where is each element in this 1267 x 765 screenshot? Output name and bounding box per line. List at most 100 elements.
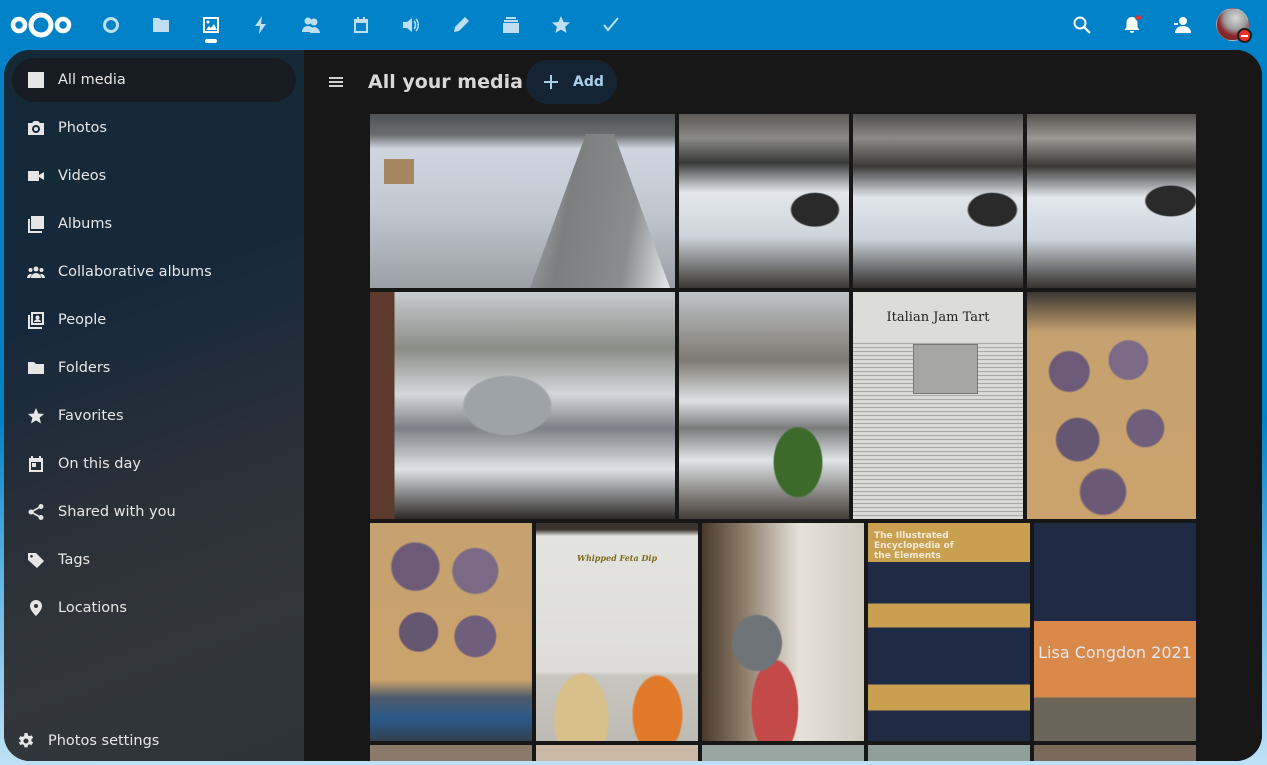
sidebar-item-all-media[interactable]: All media: [12, 58, 296, 102]
sidebar-item-label: Tags: [58, 552, 91, 568]
photo-caption: Whipped Feta Dip: [576, 553, 658, 563]
sidebar-item-tags[interactable]: Tags: [12, 538, 296, 582]
app-deck[interactable]: [486, 0, 536, 50]
search-icon: [1073, 16, 1091, 34]
share-icon: [14, 490, 58, 534]
gear-icon: [4, 732, 48, 750]
notifications-button[interactable]: [1107, 0, 1157, 50]
tag-icon: [14, 538, 58, 582]
folder-icon: [14, 346, 58, 390]
photo-tile[interactable]: Italian Jam Tart: [853, 292, 1023, 519]
plus-icon: [544, 75, 558, 89]
hamburger-menu-icon: [329, 77, 343, 87]
photo-tile[interactable]: [679, 114, 849, 288]
photo-tile[interactable]: [702, 523, 864, 741]
sidebar-item-label: All media: [58, 72, 126, 88]
lightning-icon: [255, 16, 266, 34]
photo-caption: The Illustrated Encyclopedia of the Elem…: [874, 531, 954, 561]
contacts-menu-icon: [1174, 17, 1191, 33]
app-dashboard[interactable]: [86, 0, 136, 50]
search-button[interactable]: [1057, 0, 1107, 50]
sidebar-item-locations[interactable]: Locations: [12, 586, 296, 630]
photo-tile[interactable]: The Illustrated Encyclopedia of the Elem…: [868, 523, 1030, 741]
app-photos[interactable]: [186, 0, 236, 50]
photo-tile[interactable]: [370, 114, 675, 288]
photo-tile[interactable]: Whipped Feta Dip: [536, 523, 698, 741]
app-files[interactable]: [136, 0, 186, 50]
photo-tile[interactable]: [853, 114, 1023, 288]
photo-tile[interactable]: [370, 523, 532, 741]
contacts-icon: [302, 17, 320, 33]
speaker-icon: [403, 18, 419, 32]
sidebar-item-on-this-day[interactable]: On this day: [12, 442, 296, 486]
checkmark-icon: [603, 17, 619, 32]
folder-icon: [153, 18, 169, 32]
sidebar-item-favorites[interactable]: Favorites: [12, 394, 296, 438]
image-icon: [203, 17, 219, 33]
sidebar-item-label: Collaborative albums: [58, 264, 212, 280]
people-icon: [14, 298, 58, 342]
photo-tile[interactable]: [868, 745, 1030, 761]
photo-tile[interactable]: Lisa Congdon 2021: [1034, 523, 1196, 741]
sidebar-item-label: Albums: [58, 216, 113, 232]
photo-tile[interactable]: [370, 292, 675, 519]
albums-icon: [14, 202, 58, 246]
navigation-sidebar: All media Photos Videos Albums Collabora…: [4, 50, 304, 761]
sidebar-item-photos[interactable]: Photos: [12, 106, 296, 150]
sidebar-item-label: Folders: [58, 360, 111, 376]
top-header: [0, 0, 1267, 50]
contacts-menu-button[interactable]: [1157, 0, 1207, 50]
app-announcements[interactable]: [386, 0, 436, 50]
map-marker-icon: [14, 586, 58, 630]
sidebar-item-label: People: [58, 312, 107, 328]
photo-tile[interactable]: [1027, 292, 1196, 519]
calendar-icon: [354, 17, 368, 33]
app-tasks[interactable]: [586, 0, 636, 50]
add-button[interactable]: Add: [526, 60, 617, 104]
active-indicator: [205, 39, 217, 43]
sidebar-item-shared-with-you[interactable]: Shared with you: [12, 490, 296, 534]
sidebar-item-folders[interactable]: Folders: [12, 346, 296, 390]
photo-tile[interactable]: [536, 745, 698, 761]
image-icon: [14, 58, 58, 102]
photo-tile[interactable]: [702, 745, 864, 761]
star-icon: [14, 394, 58, 438]
circle-icon: [103, 17, 119, 33]
sidebar-item-label: Shared with you: [58, 504, 176, 520]
app-notes[interactable]: [436, 0, 486, 50]
photos-settings-label: Photos settings: [48, 733, 160, 749]
photo-tile[interactable]: [679, 292, 849, 519]
sidebar-item-label: Videos: [58, 168, 107, 184]
toolbar: All your media Add: [304, 60, 1262, 104]
app-content: All media Photos Videos Albums Collabora…: [4, 50, 1262, 761]
sidebar-item-videos[interactable]: Videos: [12, 154, 296, 198]
sidebar-item-label: Favorites: [58, 408, 124, 424]
photo-tile[interactable]: [1027, 114, 1196, 288]
nextcloud-logo[interactable]: [10, 10, 72, 40]
sidebar-item-label: On this day: [58, 456, 141, 472]
add-button-label: Add: [573, 74, 604, 90]
app-calendar[interactable]: [336, 0, 386, 50]
photos-settings-button[interactable]: Photos settings: [4, 721, 304, 761]
chair-shape: [384, 159, 414, 184]
sidebar-item-label: Locations: [58, 600, 127, 616]
app-contacts[interactable]: [286, 0, 336, 50]
photo-caption: Italian Jam Tart: [886, 310, 990, 325]
sidebar-item-collaborative-albums[interactable]: Collaborative albums: [12, 250, 296, 294]
star-icon: [552, 16, 570, 33]
app-bookmarks[interactable]: [536, 0, 586, 50]
group-icon: [14, 250, 58, 294]
photo-thumbnail: [702, 523, 864, 741]
camera-icon: [14, 106, 58, 150]
sidebar-item-albums[interactable]: Albums: [12, 202, 296, 246]
photo-tile[interactable]: [1034, 745, 1196, 761]
photo-tile[interactable]: [370, 745, 532, 761]
photo-thumbnail: [1027, 292, 1196, 519]
sidebar-item-people[interactable]: People: [12, 298, 296, 342]
toggle-navigation-button[interactable]: [318, 60, 354, 104]
main-content: All your media Add Italian Jam Tart Whip…: [304, 50, 1262, 761]
photo-thumbnail: [370, 292, 675, 519]
calendar-icon: [14, 442, 58, 486]
app-activity[interactable]: [236, 0, 286, 50]
tart-image: [913, 344, 978, 394]
